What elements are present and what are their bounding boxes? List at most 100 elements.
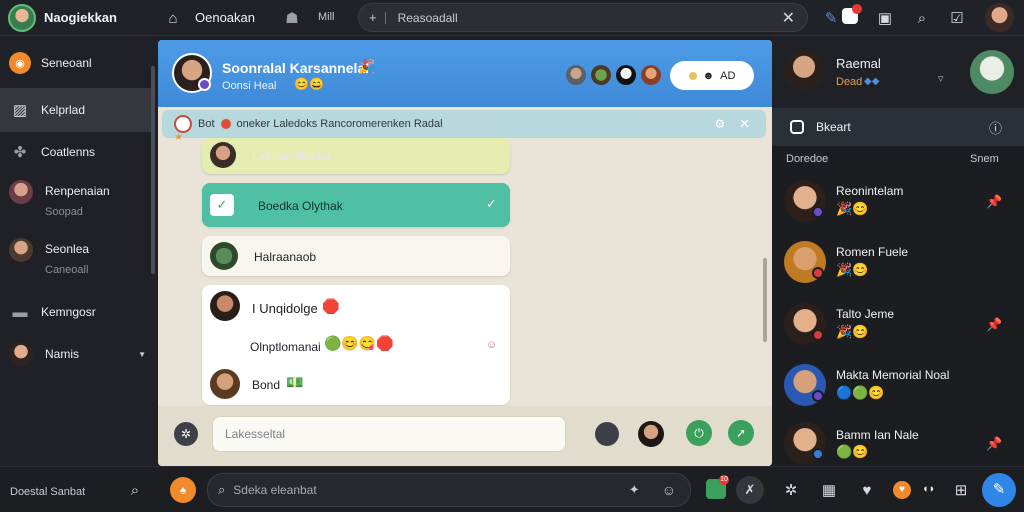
message-avatar [210,291,240,321]
pin-icon[interactable]: 📌 [986,194,1002,210]
heart-icon[interactable]: ♥ [856,479,878,501]
search-prefix-icon: + [369,10,377,25]
card-icon: ▬ [12,303,28,321]
pinned-label: Bot [198,118,215,130]
chat-scrollbar[interactable] [763,258,767,342]
contact-emoji-icon: 🔵🟢😊 [836,385,885,400]
message-avatar [210,142,236,168]
message-bubble[interactable]: Halraanaob [202,236,510,276]
profile-avatar[interactable] [784,50,824,90]
app-launcher-button[interactable]: ♠ [170,477,196,503]
search-icon[interactable]: ⌕ [911,7,933,29]
top-bar: Naogiekkan ⌂ Oenoakan ☗ Mill + Reasoadal… [0,0,1024,36]
home-icon[interactable]: ⌂ [162,7,184,29]
search-icon: ⌕ [218,482,226,497]
status-badge [812,390,824,402]
profile-header: Raemal Dead ◆◆ ▿ [772,36,1024,108]
search-bar[interactable]: + Reasoadall ✕ [358,3,808,32]
user-avatar[interactable] [985,3,1014,32]
sticker-button[interactable] [595,422,619,446]
red-sticker-icon: 🛑 [322,298,340,314]
profile-avatar-secondary[interactable] [970,50,1014,94]
app-title: Naogiekkan [44,10,117,25]
layout-icon[interactable]: ▦ [818,479,840,501]
contact-name: Bamm Ian Nale [836,428,919,442]
search-input[interactable]: Reasoadall [398,11,458,25]
message-input[interactable]: Lakesseltal [212,416,566,452]
contact-avatar [9,238,33,262]
nav-label[interactable]: Oenoakan [195,10,255,25]
contact-row[interactable]: Reonintelam 🎉😊 📌 [772,174,1024,234]
edit-icon[interactable]: ✎ [820,7,842,29]
nav-extra[interactable]: Mill [318,11,335,23]
sidebar-scrollbar[interactable] [151,66,155,274]
profile-sub: Dead [836,76,863,88]
message-text: Boedka Olythak [258,199,343,213]
sidebar-sublabel: Caneoall [45,264,89,276]
pinned-message-bar[interactable]: Bot oneker Laledoks Rancoromerenken Rada… [162,110,766,138]
send-button[interactable]: ➚ [728,420,754,446]
message-avatar [210,242,238,270]
section-title: Bkeart [816,120,851,134]
add-square-icon[interactable]: ⊞ [950,479,972,501]
sidebar-label: Namis [45,347,80,361]
attach-icon[interactable]: ✲ [174,422,198,446]
checkbox-icon[interactable]: ☑ [946,7,968,29]
right-panel: Raemal Dead ◆◆ ▿ Bkeart ⓘ Doredoe Snem R… [772,36,1024,466]
sidebar-label: Kelprlad [41,103,86,117]
participant-avatar [616,65,636,85]
pin-icon[interactable]: 📌 [986,317,1002,333]
close-pinned-icon[interactable]: ✕ [739,116,750,132]
message-bubble[interactable]: ✓ Boedka Olythak ✓ [202,183,510,227]
sidebar-label: Kemngosr [41,305,96,319]
react-icon[interactable]: ☺ [486,339,497,351]
sidebar-item-seneoanl[interactable]: ◉ Seneoanl [0,41,152,85]
status-pill[interactable]: ☻ AD [670,61,754,90]
heart-orange-icon[interactable]: ♥ [893,481,911,499]
search-divider [384,11,386,24]
participant-avatars[interactable] [566,65,661,85]
info-icon[interactable]: ⓘ [989,118,1002,137]
ghost-icon[interactable]: ☗ [281,7,303,29]
bottom-search-input[interactable]: Sdeka eleanbat [233,483,316,497]
app-logo-avatar[interactable] [8,4,36,32]
contact-emoji-icon: 🎉😊 [836,201,869,216]
sidebar-item-coatlenns[interactable]: ✤ Coatlenns [0,130,152,174]
contact-row[interactable]: Talto Jeme 🎉😊 📌 [772,297,1024,357]
contact-emoji-icon: 🎉😊 [836,324,869,339]
chat-count-icon[interactable]: ◖◗ [922,483,935,495]
chevron-down-icon[interactable]: ▼ [138,350,146,359]
sparkle-icon[interactable]: ✦ [629,482,640,498]
section-bar[interactable]: Bkeart ⓘ [772,108,1024,146]
chevron-down-icon[interactable]: ▿ [938,72,944,85]
pin-icon[interactable]: 📌 [986,436,1002,452]
chat-bubble-icon [790,120,804,134]
sidebar-item-seonlea[interactable]: Seonlea Caneoall [0,234,152,284]
expand-icon[interactable]: ⚙ [714,117,725,131]
emoji-picker-icon[interactable]: ☺ [662,482,676,498]
money-icon: 💵 [286,374,304,390]
sidebar-label: Seonlea [45,242,90,256]
settings-icon[interactable]: ✲ [780,479,802,501]
contact-row[interactable]: Makta Memorial Noal 🔵🟢😊 [772,358,1024,418]
newspaper-icon[interactable]: ▣ [874,7,896,29]
clear-search-icon[interactable]: ✕ [782,8,795,28]
search-icon[interactable]: ⌕ [124,479,146,501]
list-header-left: Doredoe [786,153,829,165]
checklist-icon: ✓ [210,194,234,216]
sidebar-item-renpenaian[interactable]: Renpenaian Soopad [0,176,152,226]
status-badge [812,267,824,279]
sidebar-item-kelprlad[interactable]: ▨ Kelprlad [0,88,152,132]
sidebar-item-kemngosr[interactable]: ▬ Kemngosr [0,290,152,334]
sidebar-item-namis[interactable]: Namis ▼ [0,332,152,376]
message-bubble[interactable]: Lalrolandbieka [202,138,510,174]
collapse-button[interactable]: ✗ [736,476,764,504]
voice-button[interactable]: ⏻ [686,420,712,446]
bottom-search-bar[interactable]: ⌕ Sdeka eleanbat ✦ ☺ [207,473,691,507]
status-badge [812,448,824,460]
message-card[interactable]: I Unqidolge 🛑 Olnptlomanai 🟢😊😋🛑 ☺ Bond 💵 [202,285,510,405]
pill-dot-icon [688,71,697,80]
contact-avatar[interactable] [638,421,664,447]
contact-row[interactable]: Romen Fuele 🎉😊 [772,235,1024,295]
compose-button[interactable]: ✎ [982,473,1016,507]
